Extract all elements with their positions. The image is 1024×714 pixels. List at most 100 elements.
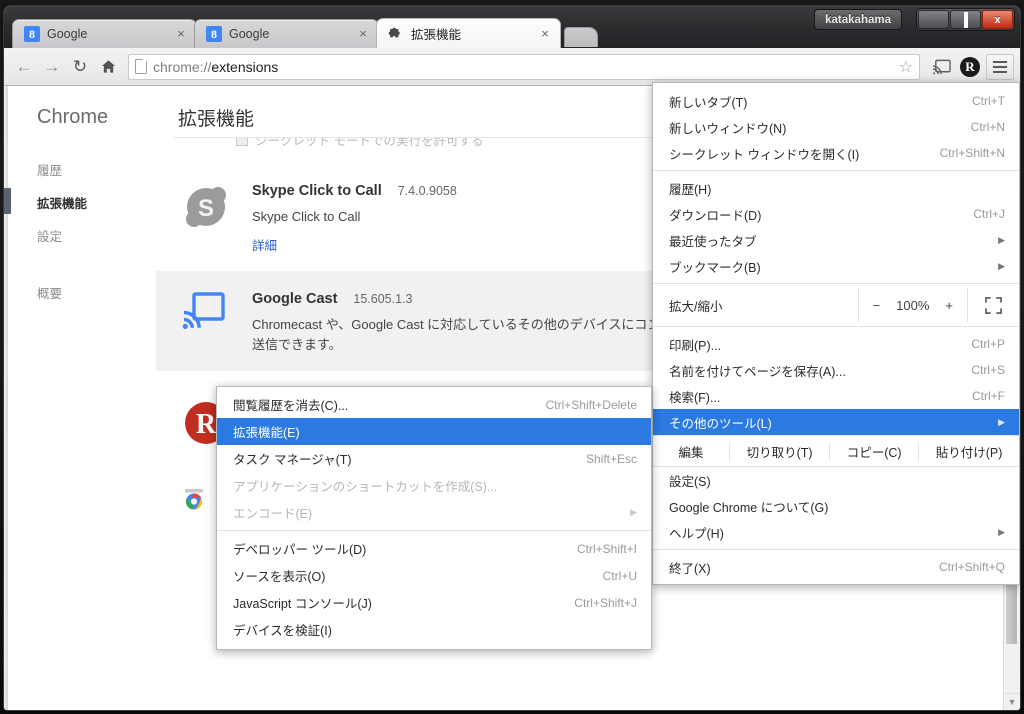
chevron-right-icon: ▶ bbox=[630, 507, 637, 517]
paste-button[interactable]: 貼り付け(P) bbox=[918, 441, 1019, 461]
menu-item-accel: Ctrl+Shift+Delete bbox=[545, 397, 637, 412]
scroll-down-arrow-icon[interactable]: ▼ bbox=[1004, 693, 1020, 710]
screen-root: Google Google Docs Yahoo! JAPAN メール 楽天 8… bbox=[0, 0, 1024, 714]
sidebar-item-history[interactable]: 履歴 bbox=[8, 153, 156, 186]
menu-item-accel: Ctrl+Shift+J bbox=[574, 595, 637, 610]
address-bar-url: chrome://extensions bbox=[153, 59, 278, 75]
chevron-right-icon: ▶ bbox=[998, 416, 1005, 427]
puzzle-piece-icon bbox=[388, 26, 404, 42]
extension-version: 7.4.0.9058 bbox=[397, 184, 457, 198]
tab-close-icon[interactable]: × bbox=[538, 27, 552, 41]
menu-item-history[interactable]: 履歴(H) bbox=[653, 175, 1019, 201]
sidebar-item-extensions[interactable]: 拡張機能 bbox=[4, 186, 156, 219]
menu-item-bookmarks[interactable]: ブックマーク(B) ▶ bbox=[653, 253, 1019, 279]
avatar: R bbox=[960, 56, 980, 77]
svg-text:S: S bbox=[198, 195, 214, 222]
close-button[interactable]: x bbox=[982, 10, 1013, 29]
menu-item-label: アプリケーションのショートカットを作成(S)... bbox=[233, 480, 498, 494]
menu-item-find[interactable]: 検索(F)... Ctrl+F bbox=[653, 383, 1019, 409]
menu-item-create-app-shortcut: アプリケーションのショートカットを作成(S)... bbox=[217, 472, 651, 499]
menu-item-label: デバイスを検証(I) bbox=[233, 624, 332, 638]
menu-item-label: 終了(X) bbox=[669, 561, 711, 576]
menu-item-task-manager[interactable]: タスク マネージャ(T) Shift+Esc bbox=[217, 445, 651, 472]
menu-item-encoding: エンコード(E) ▶ bbox=[217, 499, 651, 526]
sidebar-item-about[interactable]: 概要 bbox=[8, 276, 156, 309]
sidebar-item-settings[interactable]: 設定 bbox=[8, 219, 156, 252]
reload-button[interactable]: ↻ bbox=[66, 53, 94, 81]
menu-item-label: ヘルプ(H) bbox=[669, 526, 724, 541]
fullscreen-icon[interactable] bbox=[967, 288, 1019, 322]
menu-item-save-page-as[interactable]: 名前を付けてページを保存(A)... Ctrl+S bbox=[653, 357, 1019, 383]
skype-icon: S bbox=[182, 183, 230, 231]
cut-button[interactable]: 切り取り(T) bbox=[729, 441, 829, 461]
menu-item-accel: Ctrl+N bbox=[970, 120, 1005, 134]
tab-google-2[interactable]: 8 Google × bbox=[194, 19, 379, 48]
zoom-in-button[interactable]: + bbox=[945, 298, 953, 313]
menu-item-new-window[interactable]: 新しいウィンドウ(N) Ctrl+N bbox=[653, 114, 1019, 140]
menu-separator bbox=[653, 283, 1019, 284]
chevron-right-icon: ▶ bbox=[998, 260, 1005, 271]
cast-extension-icon bbox=[182, 291, 230, 339]
maximize-button[interactable] bbox=[950, 10, 981, 29]
menu-item-label: 最近使ったタブ bbox=[669, 234, 757, 249]
menu-item-clear-browsing-data[interactable]: 閲覧履歴を消去(C)... Ctrl+Shift+Delete bbox=[217, 391, 651, 418]
menu-item-label: エンコード(E) bbox=[233, 507, 313, 521]
menu-item-more-tools[interactable]: その他のツール(L) ▶ bbox=[653, 409, 1019, 435]
menu-item-recent-tabs[interactable]: 最近使ったタブ ▶ bbox=[653, 227, 1019, 253]
tab-close-icon[interactable]: × bbox=[356, 27, 370, 41]
menu-item-print[interactable]: 印刷(P)... Ctrl+P bbox=[653, 331, 1019, 357]
menu-item-inspect-devices[interactable]: デバイスを検証(I) bbox=[217, 616, 651, 643]
menu-item-developer-tools[interactable]: デベロッパー ツール(D) Ctrl+Shift+I bbox=[217, 535, 651, 562]
menu-item-accel: Shift+Esc bbox=[585, 451, 637, 466]
menu-item-javascript-console[interactable]: JavaScript コンソール(J) Ctrl+Shift+J bbox=[217, 589, 651, 616]
chrome-brand-label: Chrome bbox=[37, 106, 109, 128]
menu-separator bbox=[653, 549, 1019, 550]
google-favicon-icon: 8 bbox=[24, 26, 40, 42]
minimize-button[interactable] bbox=[918, 10, 949, 29]
zoom-label: 拡大/縮小 bbox=[669, 299, 723, 314]
home-button[interactable] bbox=[94, 53, 122, 81]
extension-details-link[interactable]: 詳細 bbox=[252, 235, 277, 254]
zoom-level-value: 100% bbox=[896, 297, 930, 313]
tab-extensions[interactable]: 拡張機能 × bbox=[376, 18, 561, 48]
checkbox-icon[interactable] bbox=[236, 138, 248, 146]
url-path: extensions bbox=[211, 58, 279, 75]
cast-icon[interactable] bbox=[926, 53, 956, 81]
tab-strip: 8 Google × 8 Google × 拡張機能 × katakahama … bbox=[4, 6, 1020, 48]
menu-item-label: 新しいウィンドウ(N) bbox=[669, 121, 787, 136]
tab-list: 8 Google × 8 Google × 拡張機能 × bbox=[12, 18, 598, 48]
menu-item-new-tab[interactable]: 新しいタブ(T) Ctrl+T bbox=[653, 88, 1019, 114]
menu-item-accel: Ctrl+U bbox=[602, 568, 637, 583]
back-button[interactable]: ← bbox=[10, 53, 38, 81]
menu-item-accel: Ctrl+P bbox=[971, 337, 1005, 351]
menu-item-settings[interactable]: 設定(S) bbox=[653, 467, 1019, 493]
menu-item-accel: Ctrl+T bbox=[972, 94, 1005, 108]
tab-google-1[interactable]: 8 Google × bbox=[12, 19, 197, 48]
user-name-badge[interactable]: katakahama bbox=[814, 9, 902, 30]
address-bar[interactable]: chrome://extensions ☆ bbox=[128, 53, 920, 80]
menu-item-help[interactable]: ヘルプ(H) ▶ bbox=[653, 519, 1019, 545]
menu-item-label: タスク マネージャ(T) bbox=[233, 453, 352, 467]
chrome-menu-button[interactable] bbox=[986, 53, 1014, 80]
new-tab-button[interactable] bbox=[564, 27, 598, 47]
tab-close-icon[interactable]: × bbox=[174, 27, 188, 41]
menu-item-accel: Ctrl+S bbox=[971, 363, 1005, 377]
menu-item-view-source[interactable]: ソースを表示(O) Ctrl+U bbox=[217, 562, 651, 589]
menu-item-downloads[interactable]: ダウンロード(D) Ctrl+J bbox=[653, 201, 1019, 227]
menu-item-label: JavaScript コンソール(J) bbox=[233, 597, 372, 611]
menu-item-exit[interactable]: 終了(X) Ctrl+Shift+Q bbox=[653, 554, 1019, 580]
menu-item-label: Google Chrome について(G) bbox=[669, 500, 829, 515]
close-icon: x bbox=[994, 13, 1001, 26]
profile-avatar-button[interactable]: R bbox=[956, 53, 984, 81]
forward-button[interactable]: → bbox=[38, 53, 66, 81]
chevron-right-icon: ▶ bbox=[998, 526, 1005, 537]
menu-item-extensions[interactable]: 拡張機能(E) bbox=[217, 418, 651, 445]
menu-item-about-chrome[interactable]: Google Chrome について(G) bbox=[653, 493, 1019, 519]
bookmark-star-icon[interactable]: ☆ bbox=[899, 57, 913, 77]
menu-item-label: 設定(S) bbox=[669, 474, 711, 489]
menu-item-incognito-window[interactable]: シークレット ウィンドウを開く(I) Ctrl+Shift+N bbox=[653, 140, 1019, 166]
zoom-out-button[interactable]: − bbox=[873, 298, 881, 313]
menu-separator bbox=[217, 530, 651, 531]
menu-item-label: ソースを表示(O) bbox=[233, 570, 326, 584]
copy-button[interactable]: コピー(C) bbox=[829, 441, 918, 461]
